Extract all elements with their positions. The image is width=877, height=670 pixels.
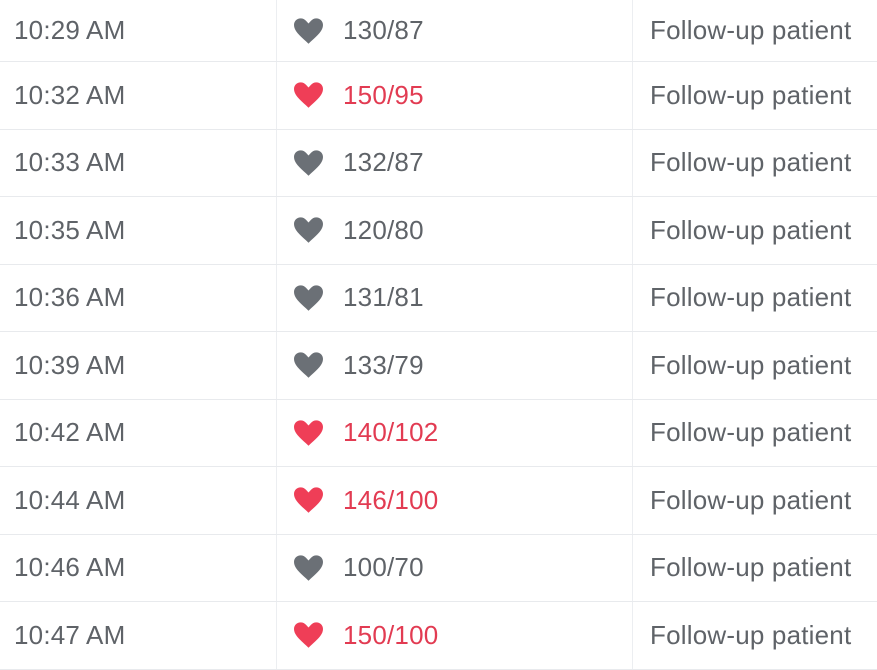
blood-pressure-cell: 120/80 bbox=[277, 197, 633, 264]
reading-time: 10:36 AM bbox=[0, 264, 277, 331]
blood-pressure-cell: 132/87 bbox=[277, 129, 633, 196]
patient-note: Follow-up patient bbox=[650, 79, 852, 110]
table-row[interactable]: 10:46 AM 100/70 Follow-up patient bbox=[0, 534, 877, 602]
heart-icon bbox=[293, 487, 323, 513]
reading-time: 10:35 AM bbox=[0, 197, 277, 264]
table-row[interactable]: 10:44 AM 146/100 Follow-up patient bbox=[0, 467, 877, 535]
blood-pressure-value: 150/100 bbox=[343, 619, 439, 650]
blood-pressure-log-table: 10:29 AM 130/87 Follow-up patient 10:32 … bbox=[0, 0, 877, 670]
patient-note: Follow-up patient bbox=[650, 619, 852, 650]
blood-pressure-cell: 100/70 bbox=[277, 534, 633, 601]
blood-pressure-value: 140/102 bbox=[343, 417, 439, 448]
reading-time: 10:42 AM bbox=[0, 399, 277, 466]
patient-note: Follow-up patient bbox=[650, 552, 852, 583]
table-row[interactable]: 10:29 AM 130/87 Follow-up patient bbox=[0, 0, 877, 62]
reading-time: 10:47 AM bbox=[0, 602, 277, 669]
table-row[interactable]: 10:36 AM 131/81 Follow-up patient bbox=[0, 264, 877, 332]
blood-pressure-cell: 130/87 bbox=[277, 0, 633, 61]
blood-pressure-value: 131/81 bbox=[343, 282, 424, 313]
reading-time: 10:29 AM bbox=[0, 0, 277, 61]
patient-note: Follow-up patient bbox=[650, 214, 852, 245]
reading-time: 10:44 AM bbox=[0, 467, 277, 534]
heart-icon bbox=[293, 82, 323, 108]
blood-pressure-cell: 150/95 bbox=[277, 62, 633, 129]
heart-icon bbox=[293, 622, 323, 648]
heart-icon bbox=[293, 285, 323, 311]
table-row[interactable]: 10:32 AM 150/95 Follow-up patient bbox=[0, 62, 877, 130]
heart-icon bbox=[293, 17, 323, 44]
blood-pressure-cell: 140/102 bbox=[277, 399, 633, 466]
patient-note: Follow-up patient bbox=[650, 484, 852, 515]
table-row[interactable]: 10:33 AM 132/87 Follow-up patient bbox=[0, 129, 877, 197]
blood-pressure-value: 146/100 bbox=[343, 484, 439, 515]
patient-note: Follow-up patient bbox=[650, 417, 852, 448]
blood-pressure-value: 120/80 bbox=[343, 214, 424, 245]
table-row[interactable]: 10:47 AM 150/100 Follow-up patient bbox=[0, 602, 877, 670]
blood-pressure-cell: 150/100 bbox=[277, 602, 633, 669]
patient-note: Follow-up patient bbox=[650, 147, 852, 178]
heart-icon bbox=[293, 352, 323, 378]
reading-time: 10:46 AM bbox=[0, 534, 277, 601]
blood-pressure-value: 132/87 bbox=[343, 147, 424, 178]
blood-pressure-cell: 146/100 bbox=[277, 467, 633, 534]
patient-note: Follow-up patient bbox=[650, 282, 852, 313]
table-row[interactable]: 10:42 AM 140/102 Follow-up patient bbox=[0, 399, 877, 467]
heart-icon bbox=[293, 555, 323, 581]
blood-pressure-value: 100/70 bbox=[343, 552, 424, 583]
reading-time: 10:39 AM bbox=[0, 332, 277, 399]
heart-icon bbox=[293, 420, 323, 446]
patient-note: Follow-up patient bbox=[650, 15, 852, 45]
reading-time: 10:33 AM bbox=[0, 129, 277, 196]
blood-pressure-cell: 131/81 bbox=[277, 264, 633, 331]
blood-pressure-cell: 133/79 bbox=[277, 332, 633, 399]
table-row[interactable]: 10:35 AM 120/80 Follow-up patient bbox=[0, 197, 877, 265]
table-row[interactable]: 10:39 AM 133/79 Follow-up patient bbox=[0, 332, 877, 400]
heart-icon bbox=[293, 217, 323, 243]
blood-pressure-value: 150/95 bbox=[343, 79, 424, 110]
reading-time: 10:32 AM bbox=[0, 62, 277, 129]
blood-pressure-value: 133/79 bbox=[343, 349, 424, 380]
blood-pressure-value: 130/87 bbox=[343, 15, 424, 45]
heart-icon bbox=[293, 150, 323, 176]
patient-note: Follow-up patient bbox=[650, 349, 852, 380]
